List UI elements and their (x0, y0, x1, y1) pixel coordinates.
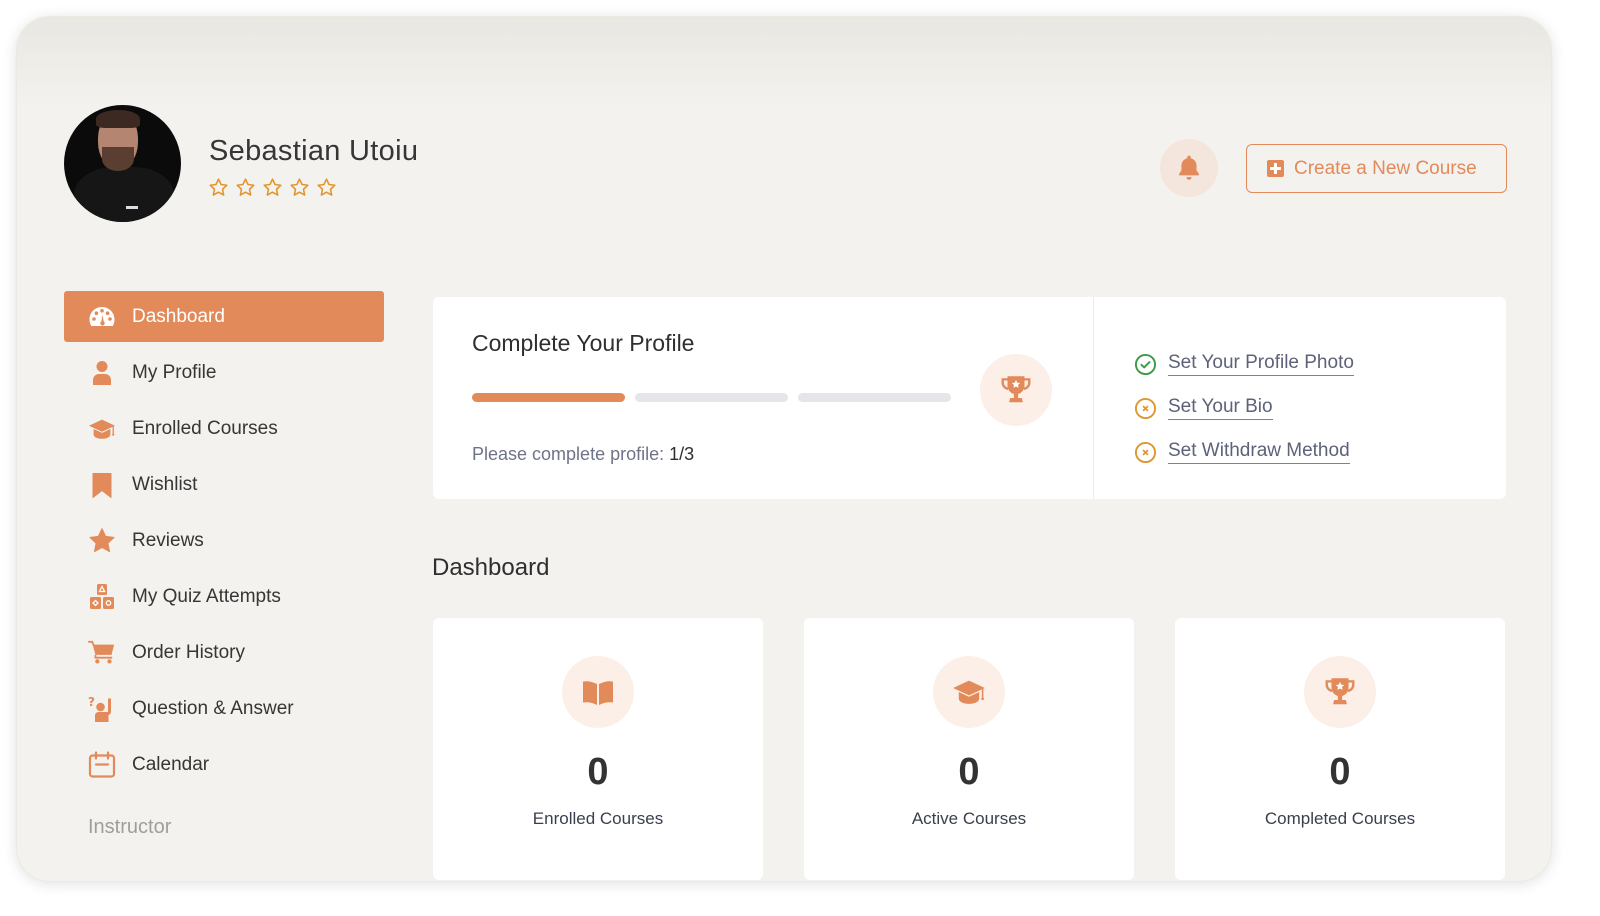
sidebar-item-label: My Profile (132, 361, 217, 383)
check-circle-icon (1134, 353, 1157, 375)
create-course-label: Create a New Course (1294, 157, 1477, 179)
star-outline-icon (290, 178, 309, 196)
stat-icon-badge (933, 656, 1005, 728)
user-icon (88, 359, 116, 387)
task-set-withdraw-method[interactable]: Set Withdraw Method (1134, 430, 1506, 474)
stat-icon-badge (562, 656, 634, 728)
app-window: Sebastian Utoiu Create a New Course Dash… (16, 16, 1552, 882)
stat-value: 0 (587, 751, 609, 793)
stat-value: 0 (958, 751, 980, 793)
trophy-icon (1325, 678, 1355, 705)
sidebar-item-label: Wishlist (132, 473, 198, 495)
dashboard-gauge-icon (88, 303, 116, 331)
star-icon (88, 527, 116, 555)
sidebar-item-label: Reviews (132, 529, 204, 551)
task-label: Set Withdraw Method (1168, 440, 1350, 464)
trophy-badge (980, 354, 1052, 426)
hint-value: 1/3 (669, 444, 695, 464)
sidebar-item-question-answer[interactable]: ? Question & Answer (64, 683, 384, 734)
sidebar-item-label: Dashboard (132, 305, 225, 327)
stat-card-active-courses[interactable]: 0 Active Courses (804, 618, 1134, 880)
trophy-icon (1001, 376, 1031, 403)
sidebar-item-label: Enrolled Courses (132, 417, 278, 439)
sidebar-item-label: Calendar (132, 753, 210, 775)
bookmark-icon (88, 471, 116, 499)
quiz-blocks-icon (88, 583, 116, 611)
sidebar-item-calendar[interactable]: Calendar (64, 739, 384, 790)
task-label: Set Your Bio (1168, 396, 1273, 420)
profile-completion-card: Complete Your Profile Please complete pr… (433, 297, 1506, 499)
task-set-profile-photo[interactable]: Set Your Profile Photo (1134, 342, 1506, 386)
star-outline-icon (236, 178, 255, 196)
sidebar-item-label: Question & Answer (132, 697, 294, 719)
graduation-cap-icon (953, 680, 985, 704)
stat-label: Enrolled Courses (532, 809, 664, 828)
stat-value: 0 (1329, 751, 1351, 793)
plus-square-icon (1267, 160, 1284, 177)
progress-segment (798, 393, 951, 402)
sidebar-item-order-history[interactable]: Order History (64, 627, 384, 678)
notifications-button[interactable] (1160, 139, 1218, 197)
profile-completion-title: Complete Your Profile (472, 330, 695, 356)
star-outline-icon (263, 178, 282, 196)
sidebar-item-my-quiz-attempts[interactable]: My Quiz Attempts (64, 571, 384, 622)
create-course-button[interactable]: Create a New Course (1246, 144, 1507, 193)
rating-stars (208, 177, 337, 198)
calendar-icon (88, 750, 116, 779)
progress-segment (635, 393, 788, 402)
dashboard-section-title: Dashboard (432, 554, 550, 581)
sidebar-item-my-profile[interactable]: My Profile (64, 347, 384, 398)
question-hand-icon: ? (88, 695, 116, 723)
graduation-cap-icon (88, 415, 116, 443)
x-circle-icon (1134, 397, 1157, 419)
stat-card-completed-courses[interactable]: 0 Completed Courses (1175, 618, 1505, 880)
profile-tasks: Set Your Profile Photo Set Your Bio Set … (1094, 297, 1506, 499)
stat-card-enrolled-courses[interactable]: 0 Enrolled Courses (433, 618, 763, 880)
stats-row: 0 Enrolled Courses 0 Active Courses 0 Co… (433, 618, 1505, 880)
star-outline-icon (209, 178, 228, 196)
sidebar-item-dashboard[interactable]: Dashboard (64, 291, 384, 342)
svg-text:?: ? (88, 695, 95, 709)
star-outline-icon (317, 178, 336, 196)
sidebar-item-reviews[interactable]: Reviews (64, 515, 384, 566)
stat-label: Completed Courses (1264, 809, 1416, 828)
avatar-hair (96, 110, 140, 128)
sidebar-item-label: My Quiz Attempts (132, 585, 281, 607)
x-circle-icon (1134, 441, 1157, 463)
progress-segment (472, 393, 625, 402)
sidebar-item-wishlist[interactable]: Wishlist (64, 459, 384, 510)
profile-completion-hint: Please complete profile: 1/3 (472, 444, 694, 465)
avatar[interactable] (64, 105, 181, 222)
avatar-beard (102, 147, 134, 171)
stat-icon-badge (1304, 656, 1376, 728)
hint-label: Please complete profile: (472, 444, 665, 464)
sidebar-item-label: Order History (132, 641, 245, 663)
sidebar: Dashboard My Profile Enrolled Courses Wi… (64, 291, 384, 839)
profile-progress-panel: Complete Your Profile Please complete pr… (433, 297, 1094, 499)
task-set-bio[interactable]: Set Your Bio (1134, 386, 1506, 430)
avatar-pocket (126, 206, 138, 209)
bell-icon (1179, 155, 1199, 180)
sidebar-item-enrolled-courses[interactable]: Enrolled Courses (64, 403, 384, 454)
profile-progress-bar (472, 393, 951, 402)
stat-label: Active Courses (911, 809, 1027, 828)
sidebar-section-instructor: Instructor (88, 816, 172, 838)
user-name: Sebastian Utoiu (209, 135, 419, 167)
task-label: Set Your Profile Photo (1168, 352, 1354, 376)
cart-icon (88, 639, 116, 667)
avatar-body (74, 167, 174, 222)
open-book-icon (583, 681, 613, 705)
